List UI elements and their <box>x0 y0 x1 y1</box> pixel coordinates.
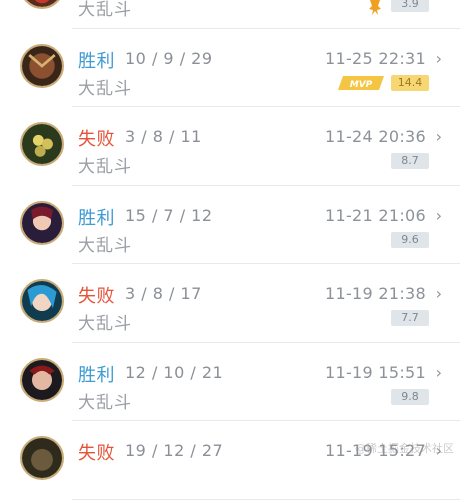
match-row[interactable]: 胜利 12 / 10 / 21 大乱斗 11-19 15:51 › 9.8 <box>0 343 460 422</box>
champion-avatar <box>20 43 64 88</box>
match-row[interactable]: 胜利 10 / 9 / 29 大乱斗 11-25 22:31 › MVP 14.… <box>0 29 460 108</box>
game-mode: 大乱斗 <box>78 0 132 20</box>
match-time: 11-24 20:36 <box>325 127 426 146</box>
game-mode: 大乱斗 <box>78 157 132 177</box>
match-time: 11-21 21:06 <box>325 205 426 225</box>
match-result: 失败 <box>78 129 115 150</box>
match-time: 11-19 15:51 <box>325 362 426 382</box>
match-row[interactable]: 胜利 15 / 7 / 12 大乱斗 11-21 21:06 › 9.6 <box>0 186 460 265</box>
award-icon <box>369 0 381 15</box>
mvp-badge-icon: MVP <box>338 75 384 90</box>
chevron-right-icon: › <box>435 362 442 382</box>
game-mode: 大乱斗 <box>78 314 132 334</box>
champion-avatar <box>20 200 64 245</box>
match-row[interactable]: 失败 19 / 12 / 27 11-19 15:27 › <box>0 421 460 500</box>
match-result: 胜利 <box>78 364 115 386</box>
kda-text: 19 / 12 / 27 <box>125 441 224 460</box>
match-row[interactable]: 大乱斗 3.9 <box>0 0 460 29</box>
kda-text: 15 / 7 / 12 <box>125 205 213 225</box>
champion-avatar <box>20 436 64 480</box>
match-time: 11-25 22:31 <box>325 48 426 68</box>
score-badge: 8.7 <box>391 153 429 169</box>
match-history-list: 大乱斗 3.9 胜利 10 / 9 / 29 大乱斗 11-25 22:31 ›… <box>0 0 460 500</box>
svg-text:MVP: MVP <box>350 80 373 90</box>
game-mode: 大乱斗 <box>78 235 132 256</box>
chevron-right-icon: › <box>435 127 442 146</box>
chevron-right-icon: › <box>435 205 442 225</box>
match-result: 胜利 <box>78 50 115 72</box>
match-time: 11-19 21:38 <box>325 284 426 303</box>
kda-text: 3 / 8 / 17 <box>125 284 202 303</box>
match-row[interactable]: 失败 3 / 8 / 17 大乱斗 11-19 21:38 › 7.7 <box>0 264 460 343</box>
match-row[interactable]: 失败 3 / 8 / 11 大乱斗 11-24 20:36 › 8.7 <box>0 107 460 186</box>
score-badge: 9.6 <box>391 231 429 248</box>
champion-avatar <box>20 279 64 323</box>
champion-avatar <box>20 122 64 166</box>
kda-text: 10 / 9 / 29 <box>125 48 213 68</box>
match-result: 胜利 <box>78 207 115 229</box>
score-badge: 3.9 <box>391 0 429 12</box>
game-mode: 大乱斗 <box>78 392 132 413</box>
watermark: @稀土掘金技术社区 <box>355 442 454 455</box>
kda-text: 3 / 8 / 11 <box>125 127 202 146</box>
game-mode: 大乱斗 <box>78 78 132 99</box>
score-badge: 9.8 <box>391 388 429 405</box>
chevron-right-icon: › <box>435 48 442 68</box>
kda-text: 12 / 10 / 21 <box>125 362 224 382</box>
chevron-right-icon: › <box>435 284 442 303</box>
match-result: 失败 <box>78 286 115 307</box>
match-result: 失败 <box>78 443 115 464</box>
champion-avatar <box>20 357 64 402</box>
score-badge: 14.4 <box>391 74 429 91</box>
champion-avatar <box>20 0 64 9</box>
score-badge: 7.7 <box>391 310 429 326</box>
